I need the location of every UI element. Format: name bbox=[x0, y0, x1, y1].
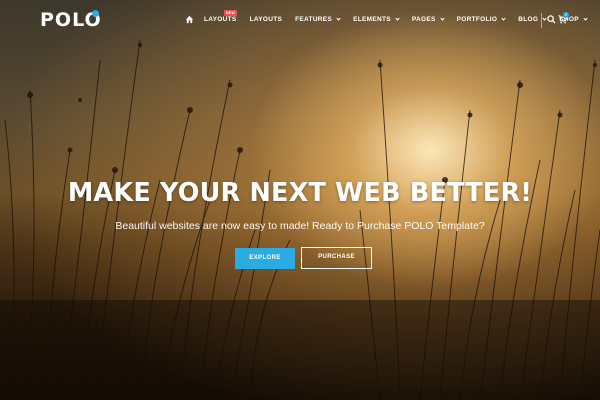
chevron-down-icon bbox=[440, 16, 445, 21]
hero-headline: MAKE YOUR NEXT WEB BETTER! bbox=[67, 178, 533, 208]
chevron-down-icon bbox=[336, 16, 341, 21]
hero-subline: Beautiful websites are now easy to made!… bbox=[115, 220, 485, 232]
chevron-down-icon bbox=[395, 16, 400, 21]
chevron-down-icon bbox=[501, 16, 506, 21]
nav-divider bbox=[541, 13, 542, 28]
nav-item-portfolio[interactable]: PORTFOLIO bbox=[457, 16, 506, 23]
nav-item-blog[interactable]: BLOG bbox=[518, 16, 547, 23]
nav-item-pages[interactable]: PAGES bbox=[411, 16, 445, 23]
nav-item-layouts-new[interactable]: LAYOUTS NEW bbox=[204, 10, 238, 23]
explore-button[interactable]: EXPLORE bbox=[235, 248, 295, 269]
nav-item-label: PORTFOLIO bbox=[456, 16, 498, 23]
hero-section: POLO LAYOUTS NEW LAYOUTS FEATURES ELEMEN… bbox=[0, 0, 600, 400]
nav-item-label: PAGES bbox=[411, 16, 436, 23]
new-badge: NEW bbox=[224, 10, 238, 16]
main-menu: LAYOUTS NEW LAYOUTS FEATURES ELEMENTS PA… bbox=[185, 10, 600, 24]
chevron-down-icon bbox=[583, 16, 588, 21]
nav-item-features[interactable]: FEATURES bbox=[295, 16, 341, 23]
cart-count-badge: 0 bbox=[563, 12, 569, 18]
nav-item-label: LAYOUTS bbox=[249, 16, 283, 23]
nav-item-label: FEATURES bbox=[295, 16, 333, 23]
nav-item-label: BLOG bbox=[518, 16, 539, 23]
top-navigation: POLO LAYOUTS NEW LAYOUTS FEATURES ELEMEN… bbox=[0, 0, 600, 40]
nav-item-elements[interactable]: ELEMENTS bbox=[353, 16, 400, 23]
home-icon[interactable] bbox=[185, 15, 194, 24]
purchase-button[interactable]: PURCHASE bbox=[301, 247, 372, 269]
search-icon[interactable] bbox=[547, 15, 556, 24]
logo-accent-dot bbox=[92, 10, 99, 17]
nav-item-label: LAYOUTS bbox=[204, 16, 237, 23]
nav-item-layouts[interactable]: LAYOUTS bbox=[250, 16, 283, 23]
nav-item-label: ELEMENTS bbox=[353, 16, 391, 23]
